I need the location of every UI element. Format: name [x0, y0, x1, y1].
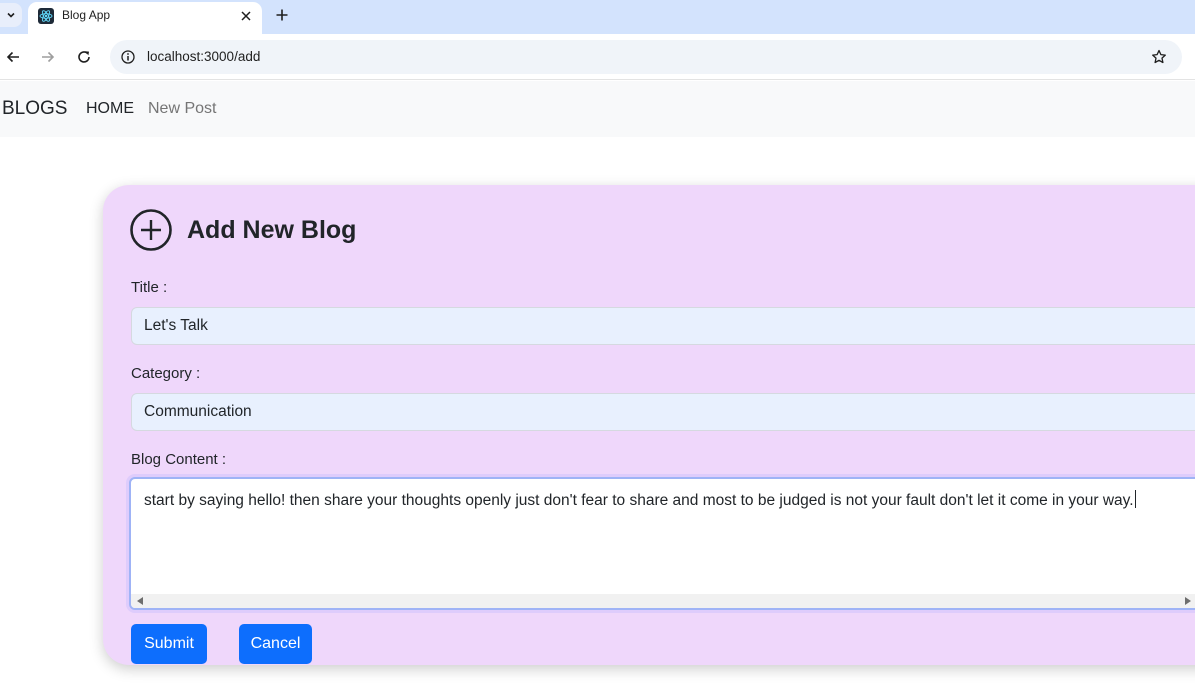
content-label: Blog Content : — [131, 451, 227, 468]
bookmark-star-icon[interactable] — [1150, 48, 1168, 66]
title-input[interactable] — [131, 307, 1195, 345]
react-logo-icon — [38, 8, 54, 24]
scroll-left-icon[interactable] — [137, 597, 143, 605]
content-textarea[interactable]: start by saying hello! then share your t… — [129, 477, 1195, 610]
navbar-brand[interactable]: BLOGS — [2, 98, 67, 120]
nav-link-home[interactable]: HOME — [86, 100, 134, 118]
tab-menu-icon[interactable] — [0, 3, 22, 27]
add-blog-card: Add New Blog Title : Category : Blog Con… — [103, 185, 1195, 665]
browser-tab[interactable]: Blog App — [28, 2, 262, 34]
text-caret — [1134, 490, 1136, 508]
reload-icon[interactable] — [73, 46, 95, 68]
address-bar[interactable]: localhost:3000/add — [110, 40, 1182, 74]
horizontal-scrollbar[interactable] — [131, 594, 1195, 608]
title-label: Title : — [131, 279, 168, 296]
browser-toolbar: localhost:3000/add — [0, 34, 1195, 80]
back-arrow-icon[interactable] — [2, 46, 24, 68]
content-text: start by saying hello! then share your t… — [144, 490, 1136, 510]
add-circle-icon — [130, 209, 172, 251]
nav-link-new-post[interactable]: New Post — [148, 100, 216, 118]
category-label: Category : — [131, 365, 201, 382]
close-icon[interactable] — [236, 6, 256, 26]
category-input[interactable] — [131, 393, 1195, 431]
scroll-right-icon[interactable] — [1185, 597, 1191, 605]
cancel-button[interactable]: Cancel — [239, 624, 312, 664]
tab-title: Blog App — [62, 8, 111, 22]
submit-button[interactable]: Submit — [131, 624, 207, 664]
site-info-icon[interactable] — [120, 49, 136, 65]
app-navbar: BLOGS HOME New Post — [0, 81, 1195, 137]
plus-icon[interactable] — [270, 4, 294, 26]
page-title: Add New Blog — [187, 216, 357, 244]
forward-arrow-icon[interactable] — [37, 46, 59, 68]
url-text[interactable]: localhost:3000/add — [147, 49, 260, 64]
browser-tabstrip: Blog App — [0, 0, 1195, 34]
content-value: start by saying hello! then share your t… — [144, 492, 1134, 509]
